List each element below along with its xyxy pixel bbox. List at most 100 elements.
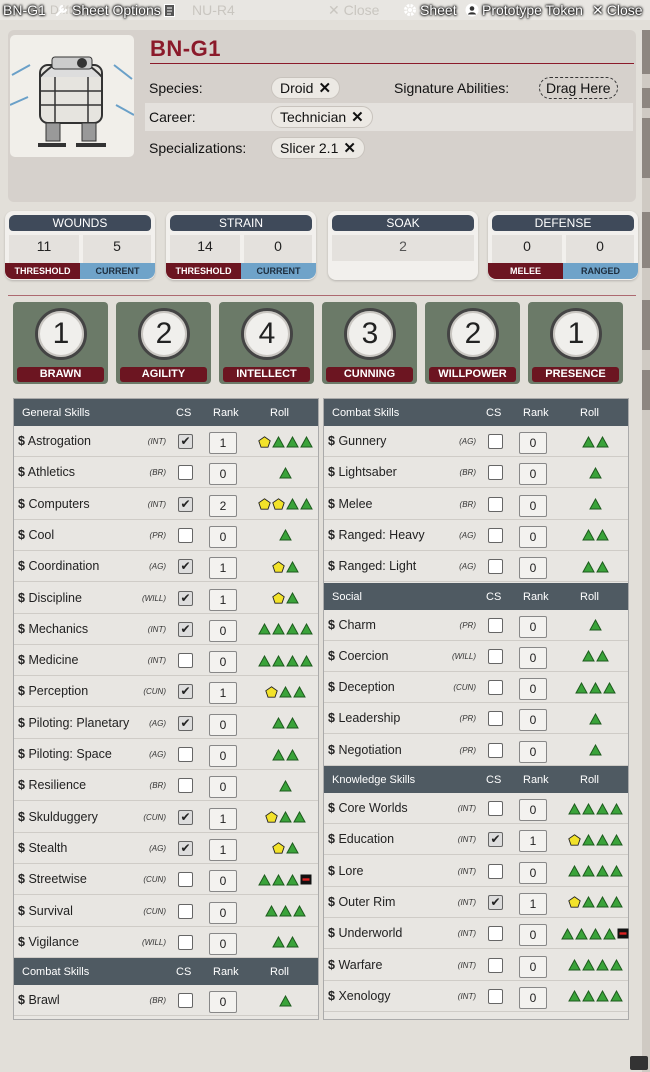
dice-pool[interactable] <box>568 959 623 972</box>
career-skill-checkbox[interactable] <box>488 926 503 942</box>
career-skill-checkbox[interactable] <box>488 680 503 696</box>
dice-pool[interactable] <box>582 650 609 663</box>
skill-name-roll-link[interactable]: $ Coercion <box>328 649 388 663</box>
skill-name-roll-link[interactable]: $ Charm <box>328 618 376 632</box>
remove-career-icon[interactable]: ✕ <box>351 108 364 126</box>
dice-pool[interactable] <box>258 498 313 511</box>
dice-pool[interactable] <box>568 833 623 846</box>
remove-specialization-icon[interactable]: ✕ <box>343 139 356 157</box>
dice-pool[interactable] <box>258 623 313 636</box>
dice-pool[interactable] <box>568 896 623 909</box>
skill-rank-input[interactable]: 1 <box>209 807 237 830</box>
soak-value[interactable]: 2 <box>332 235 474 261</box>
dice-pool[interactable] <box>272 717 299 730</box>
dice-pool[interactable] <box>272 936 299 949</box>
dice-pool[interactable] <box>258 873 312 886</box>
character-portrait[interactable] <box>10 35 134 157</box>
skill-rank-input[interactable]: 1 <box>519 892 547 915</box>
prototype-token-button[interactable]: Prototype Token <box>465 0 583 20</box>
dice-pool[interactable] <box>589 498 602 511</box>
career-skill-checkbox[interactable] <box>488 559 503 575</box>
skill-name-roll-link[interactable]: $ Computers <box>18 497 90 511</box>
skill-rank-input[interactable]: 0 <box>519 678 547 701</box>
dice-pool[interactable] <box>265 811 306 824</box>
skill-rank-input[interactable]: 0 <box>519 646 547 669</box>
dice-pool[interactable] <box>258 654 313 667</box>
career-skill-checkbox[interactable] <box>488 648 503 664</box>
career-skill-checkbox[interactable]: ✔ <box>178 621 193 637</box>
dice-pool[interactable] <box>589 744 602 757</box>
dice-pool[interactable] <box>568 865 623 878</box>
dice-pool[interactable] <box>272 748 299 761</box>
career-skill-checkbox[interactable]: ✔ <box>178 840 193 856</box>
dice-pool[interactable] <box>589 466 602 479</box>
skill-rank-input[interactable]: 0 <box>519 557 547 580</box>
career-skill-checkbox[interactable]: ✔ <box>178 496 193 512</box>
dice-pool[interactable] <box>589 712 602 725</box>
career-skill-checkbox[interactable]: ✔ <box>178 715 193 731</box>
skill-name-roll-link[interactable]: $ Gunnery <box>328 434 386 448</box>
species-pill[interactable]: Droid ✕ <box>271 77 341 99</box>
sheet-button[interactable]: Sheet <box>403 0 457 20</box>
skill-rank-input[interactable]: 0 <box>519 740 547 763</box>
agility-value[interactable]: 2 <box>138 308 190 360</box>
career-skill-checkbox[interactable] <box>488 617 503 633</box>
skill-name-roll-link[interactable]: $ Skulduggery <box>18 810 98 824</box>
career-skill-checkbox[interactable] <box>488 988 503 1004</box>
skill-name-roll-link[interactable]: $ Streetwise <box>18 872 87 886</box>
skill-rank-input[interactable]: 0 <box>519 924 547 947</box>
career-skill-checkbox[interactable] <box>488 957 503 973</box>
skill-name-roll-link[interactable]: $ Piloting: Space <box>18 747 112 761</box>
skill-rank-input[interactable]: 0 <box>209 901 237 924</box>
skill-rank-input[interactable]: 0 <box>519 494 547 517</box>
skill-rank-input[interactable]: 0 <box>519 986 547 1009</box>
skill-rank-input[interactable]: 0 <box>519 432 547 454</box>
career-skill-checkbox[interactable] <box>178 527 193 543</box>
skill-name-roll-link[interactable]: $ Perception <box>18 684 88 698</box>
skill-rank-input[interactable]: 1 <box>209 838 237 861</box>
skill-rank-input[interactable]: 0 <box>519 463 547 486</box>
dice-pool[interactable] <box>279 779 292 792</box>
career-skill-checkbox[interactable] <box>178 993 193 1009</box>
skill-name-roll-link[interactable]: $ Astrogation <box>18 434 91 448</box>
presence-value[interactable]: 1 <box>550 308 602 360</box>
skill-rank-input[interactable]: 0 <box>209 745 237 767</box>
career-skill-checkbox[interactable] <box>178 465 193 481</box>
skill-rank-input[interactable]: 0 <box>209 463 237 486</box>
career-skill-checkbox[interactable] <box>488 742 503 758</box>
skill-rank-input[interactable]: 0 <box>519 615 547 638</box>
skill-name-roll-link[interactable]: $ Underworld <box>328 926 402 940</box>
dice-pool[interactable] <box>279 994 292 1007</box>
window-edge-scrollbar[interactable] <box>642 30 650 1072</box>
skill-name-roll-link[interactable]: $ Core Worlds <box>328 801 408 815</box>
dice-pool[interactable] <box>568 802 623 815</box>
skill-name-roll-link[interactable]: $ Outer Rim <box>328 895 395 909</box>
skill-name-roll-link[interactable]: $ Athletics <box>18 465 75 479</box>
skill-rank-input[interactable]: 2 <box>209 494 237 517</box>
skill-rank-input[interactable]: 0 <box>519 799 547 821</box>
skill-name-roll-link[interactable]: $ Leadership <box>328 711 400 725</box>
dice-pool[interactable] <box>258 435 313 448</box>
skill-rank-input[interactable]: 0 <box>209 776 237 799</box>
career-skill-checkbox[interactable] <box>488 434 503 449</box>
dice-pool[interactable] <box>272 592 299 605</box>
skill-rank-input[interactable]: 1 <box>209 432 237 454</box>
resize-handle[interactable] <box>630 1056 648 1070</box>
close-button[interactable]: ✕ Close <box>592 0 643 20</box>
skill-name-roll-link[interactable]: $ Ranged: Heavy <box>328 528 425 542</box>
skill-name-roll-link[interactable]: $ Stealth <box>18 841 67 855</box>
dice-pool[interactable] <box>561 927 629 940</box>
dice-pool[interactable] <box>568 990 623 1003</box>
skill-name-roll-link[interactable]: $ Discipline <box>18 591 82 605</box>
skill-name-roll-link[interactable]: $ Resilience <box>18 778 86 792</box>
skill-name-roll-link[interactable]: $ Vigilance <box>18 935 79 949</box>
skill-rank-input[interactable]: 0 <box>519 861 547 884</box>
remove-species-icon[interactable]: ✕ <box>318 79 331 97</box>
dice-pool[interactable] <box>582 560 609 573</box>
career-skill-checkbox[interactable]: ✔ <box>178 809 193 825</box>
dice-pool[interactable] <box>575 681 616 694</box>
cunning-value[interactable]: 3 <box>344 308 396 360</box>
skill-rank-input[interactable]: 0 <box>209 991 237 1014</box>
career-skill-checkbox[interactable] <box>488 801 503 816</box>
skill-name-roll-link[interactable]: $ Survival <box>18 904 73 918</box>
